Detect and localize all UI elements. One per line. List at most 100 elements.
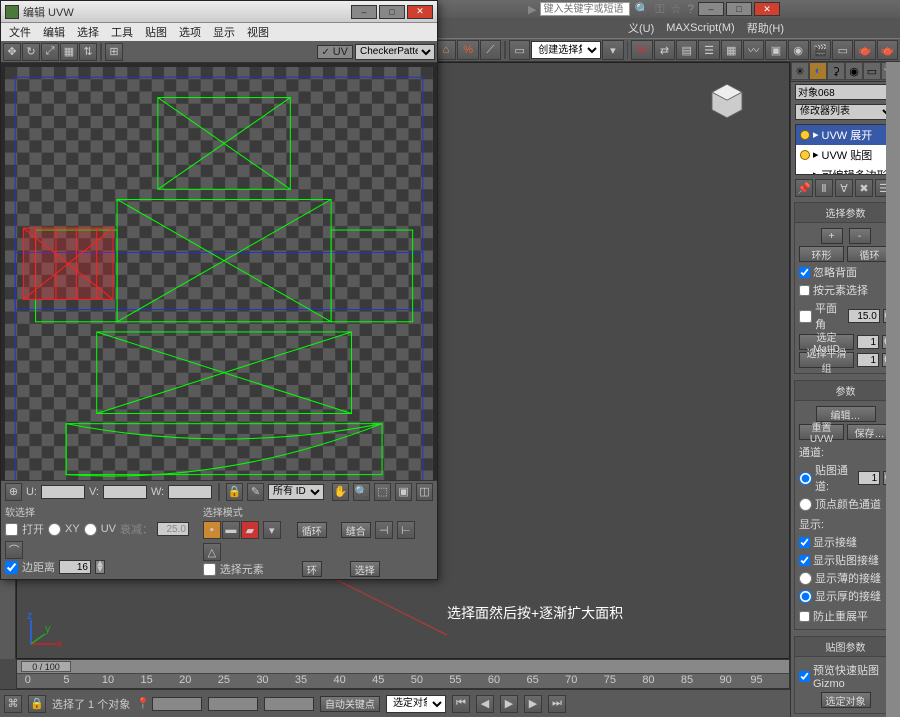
render-setup-icon[interactable]: 🎬 [810, 40, 831, 60]
layer-icon[interactable]: ☰ [698, 40, 719, 60]
uv-badge[interactable]: ✓ UV [317, 45, 353, 59]
uvw-menu-mapping[interactable]: 贴图 [139, 23, 173, 41]
ignore-backface-check[interactable] [799, 267, 810, 278]
schematic-icon[interactable]: ▣ [765, 40, 786, 60]
subobj-vertex-icon[interactable]: ▪ [203, 521, 221, 539]
play-next-icon[interactable]: ▶ [524, 695, 542, 713]
uvw-menu-view[interactable]: 视图 [241, 23, 275, 41]
uvw-titlebar[interactable]: 编辑 UVW – □ ✕ [1, 1, 437, 23]
align-selected-button[interactable]: 选定对象 [821, 692, 871, 708]
help-icon[interactable]: ? [687, 2, 694, 17]
uvw-minimize-button[interactable]: – [351, 5, 377, 19]
uvw-id-dropdown[interactable]: 所有 ID [268, 484, 324, 500]
edge-dist-check[interactable] [5, 561, 18, 574]
prevent-reflatten-check[interactable] [799, 611, 810, 622]
uvw-move-icon[interactable]: ✥ [3, 43, 21, 61]
shrink-button[interactable]: - [849, 228, 871, 244]
uvw-lock-icon[interactable]: 🔒 [226, 483, 243, 501]
mirror-icon[interactable]: ⇄ [654, 40, 675, 60]
tab-hierarchy[interactable]: ⚳ [827, 62, 845, 80]
uvw-texture-dropdown[interactable]: CheckerPattern （棋盘格 [355, 44, 435, 60]
star-icon[interactable]: ☆ [671, 2, 682, 17]
modifier-list-dropdown[interactable]: 修改器列表 [795, 104, 896, 120]
stitch-button[interactable]: 缝合 [341, 522, 371, 538]
preview-gizmo-check[interactable] [799, 671, 810, 682]
stack-uvw-map[interactable]: ▸UVW 贴图 [796, 145, 895, 165]
expand-icon[interactable]: ▸ [813, 148, 819, 161]
close-button[interactable]: ✕ [754, 2, 780, 16]
select-element-check[interactable] [203, 563, 216, 576]
show-seam-check[interactable] [799, 537, 810, 548]
ring-button[interactable]: 环形 [799, 246, 844, 262]
menu-help[interactable]: 帮助(H) [741, 18, 790, 38]
uvw-menu-tools[interactable]: 工具 [105, 23, 139, 41]
play-prev-icon[interactable]: ◀ [476, 695, 494, 713]
timeline[interactable]: 0 / 100 0 5 10 15 20 25 30 35 40 45 50 5… [16, 659, 790, 689]
move-icon[interactable]: M [631, 40, 652, 60]
search-chevron-icon[interactable]: ▶ [528, 3, 536, 16]
uvw-zoom-icon[interactable]: 🔍 [353, 483, 370, 501]
lock-icon[interactable]: 🔒 [28, 695, 46, 713]
show-mapseam-check[interactable] [799, 555, 810, 566]
align-icon[interactable]: ▤ [676, 40, 697, 60]
uvw-rotate-icon[interactable]: ↻ [22, 43, 40, 61]
dropdown-icon[interactable]: ▾ [602, 40, 623, 60]
softsel-uv-radio[interactable] [84, 523, 97, 536]
play-start-icon[interactable]: ⏮ [452, 695, 470, 713]
menu-maxscript[interactable]: MAXScript(M) [660, 20, 740, 36]
ring-button[interactable]: 环 [302, 561, 322, 577]
tab-display[interactable]: ▭ [863, 62, 881, 80]
tab-create[interactable]: ✳ [791, 62, 809, 80]
uvw-menu-select[interactable]: 选择 [71, 23, 105, 41]
material-icon[interactable]: ◉ [788, 40, 809, 60]
bulb-icon[interactable] [800, 130, 810, 140]
graph-icon[interactable]: ▦ [721, 40, 742, 60]
select-sg-button[interactable]: 选择平滑组 [799, 352, 854, 368]
u-input[interactable] [41, 485, 85, 499]
coord-x-input[interactable] [152, 697, 202, 711]
uvw-menu-display[interactable]: 显示 [207, 23, 241, 41]
stitch-c-icon[interactable]: △ [203, 543, 221, 561]
falloff-input[interactable] [157, 522, 189, 536]
object-name-input[interactable] [795, 84, 900, 100]
loop-button[interactable]: 循环 [297, 522, 327, 538]
uvw-freeform-icon[interactable]: ▦ [60, 43, 78, 61]
binoculars-icon[interactable]: 🔍 [634, 2, 649, 17]
select-button[interactable]: 选择 [350, 561, 380, 577]
link-icon[interactable]: ⟋ [480, 40, 501, 60]
uvw-menu-edit[interactable]: 编辑 [37, 23, 71, 41]
section-header[interactable]: 选择参数 [795, 203, 896, 223]
uvw-canvas[interactable] [5, 67, 433, 480]
remove-icon[interactable]: ✖ [855, 179, 873, 197]
make-unique-icon[interactable]: ∀ [835, 179, 853, 197]
uvw-zoomregion-icon[interactable]: ⬚ [374, 483, 391, 501]
w-input[interactable] [168, 485, 212, 499]
uvw-canvas-area[interactable] [1, 63, 437, 480]
pin-icon[interactable]: 📌 [795, 179, 813, 197]
expand-icon[interactable]: ▸ [813, 128, 819, 141]
play-end-icon[interactable]: ⏭ [548, 695, 566, 713]
tab-modify[interactable]: ◐ [809, 62, 827, 80]
play-icon[interactable]: ▶ [500, 695, 518, 713]
percent-icon[interactable]: % [457, 40, 478, 60]
menu-custom[interactable]: 义(U) [622, 18, 660, 38]
autokey-button[interactable]: 自动关键点 [320, 696, 380, 712]
subobj-edge-icon[interactable]: ▬ [222, 521, 240, 539]
tab-motion[interactable]: ◉ [845, 62, 863, 80]
edge-dist-input[interactable] [59, 560, 91, 574]
thin-seam-radio[interactable] [799, 572, 812, 585]
selection-set-dropdown[interactable]: 创建选择集 [531, 41, 601, 59]
matid-value[interactable] [857, 335, 879, 349]
uvw-maximize-button[interactable]: □ [379, 5, 405, 19]
render-frame-icon[interactable]: ▭ [832, 40, 853, 60]
stack-editpoly[interactable]: ▸可编辑多边形 [796, 165, 895, 175]
uvw-expand-icon[interactable]: ⊞ [105, 43, 123, 61]
search-input[interactable] [540, 2, 630, 16]
uvw-menu-file[interactable]: 文件 [3, 23, 37, 41]
show-result-icon[interactable]: Ⅱ [815, 179, 833, 197]
sg-value[interactable] [857, 353, 879, 367]
falloff-curve-icon[interactable]: ⌒ [5, 541, 23, 559]
planar-check[interactable] [799, 310, 812, 323]
minimize-button[interactable]: – [698, 2, 724, 16]
subobj-face-icon[interactable]: ▰ [241, 521, 259, 539]
